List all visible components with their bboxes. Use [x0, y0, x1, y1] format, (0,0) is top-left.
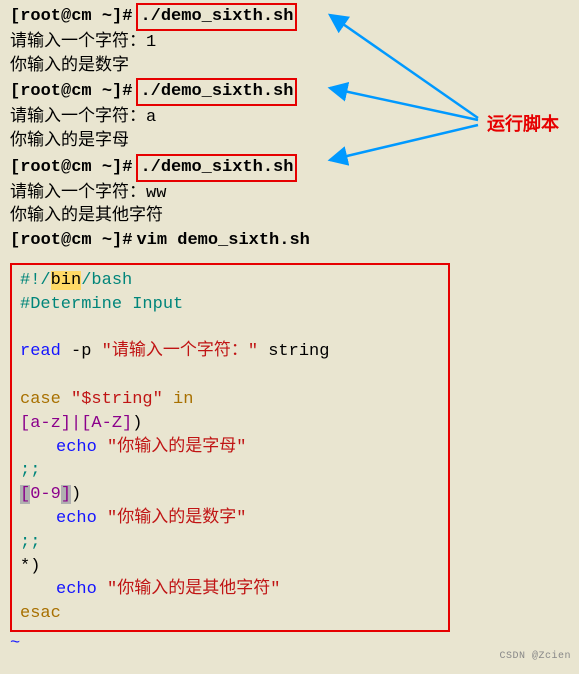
script-echo-alpha: echo "你输入的是字母"	[20, 436, 440, 460]
annotation-run-script: 运行脚本	[487, 112, 559, 137]
boxed-command-2: ./demo_sixth.sh	[136, 78, 297, 106]
user-input-1: 1	[146, 31, 156, 55]
terminal-reply-3: 你输入的是其他字符	[10, 205, 569, 229]
script-shebang: #!/bin/bash	[20, 269, 440, 293]
prompt-root: [root@cm	[10, 80, 92, 104]
terminal-line-vim: [root@cm ~ ]# vim demo_sixth.sh	[10, 229, 569, 253]
script-sep-1: ;;	[20, 459, 440, 483]
script-echo-other: echo "你输入的是其他字符"	[20, 578, 440, 602]
watermark: CSDN @Zcien	[499, 650, 571, 664]
script-sep-2: ;;	[20, 531, 440, 555]
terminal-reply-2: 你输入的是字母	[10, 130, 569, 154]
vim-command: vim demo_sixth.sh	[136, 229, 309, 253]
script-comment: #Determine Input	[20, 293, 440, 317]
terminal-input-prompt-2: 请输入一个字符： a	[10, 106, 569, 130]
terminal-line-cmd-3: [root@cm ~ ]# ./demo_sixth.sh	[10, 154, 569, 182]
script-read: read -p "请输入一个字符：" string	[20, 340, 440, 364]
boxed-command-1: ./demo_sixth.sh	[136, 3, 297, 31]
prompt-tilde: ~	[102, 156, 112, 180]
terminal-input-prompt-3: 请输入一个字符： ww	[10, 182, 569, 206]
blank-line	[20, 364, 440, 388]
prompt-root: [root@cm	[10, 5, 92, 29]
vim-tilde: ~	[10, 632, 569, 656]
prompt-hash: ]#	[112, 80, 132, 104]
ask-text: 请输入一个字符：	[10, 106, 146, 130]
terminal-input-prompt-1: 请输入一个字符： 1	[10, 31, 569, 55]
script-pattern-other: *)	[20, 555, 440, 579]
prompt-root: [root@cm	[10, 156, 92, 180]
prompt-tilde: ~	[102, 80, 112, 104]
script-case: case "$string" in	[20, 388, 440, 412]
script-pattern-digit: [0-9])	[20, 483, 440, 507]
prompt-tilde: ~	[102, 229, 112, 253]
script-code-box: #!/bin/bash #Determine Input read -p "请输…	[10, 263, 450, 632]
script-pattern-alpha: [a-z]|[A-Z])	[20, 412, 440, 436]
terminal-line-cmd-2: [root@cm ~ ]# ./demo_sixth.sh	[10, 78, 569, 106]
script-esac: esac	[20, 602, 440, 626]
ask-text: 请输入一个字符：	[10, 182, 146, 206]
terminal-line-cmd-1: [root@cm ~ ]# ./demo_sixth.sh	[10, 3, 569, 31]
terminal-reply-1: 你输入的是数字	[10, 55, 569, 79]
prompt-root: [root@cm	[10, 229, 92, 253]
user-input-3: ww	[146, 182, 166, 206]
prompt-hash: ]#	[112, 5, 132, 29]
user-input-2: a	[146, 106, 156, 130]
blank-line	[20, 317, 440, 341]
prompt-tilde: ~	[102, 5, 112, 29]
script-echo-digit: echo "你输入的是数字"	[20, 507, 440, 531]
ask-text: 请输入一个字符：	[10, 31, 146, 55]
prompt-hash: ]#	[112, 229, 132, 253]
boxed-command-3: ./demo_sixth.sh	[136, 154, 297, 182]
prompt-hash: ]#	[112, 156, 132, 180]
